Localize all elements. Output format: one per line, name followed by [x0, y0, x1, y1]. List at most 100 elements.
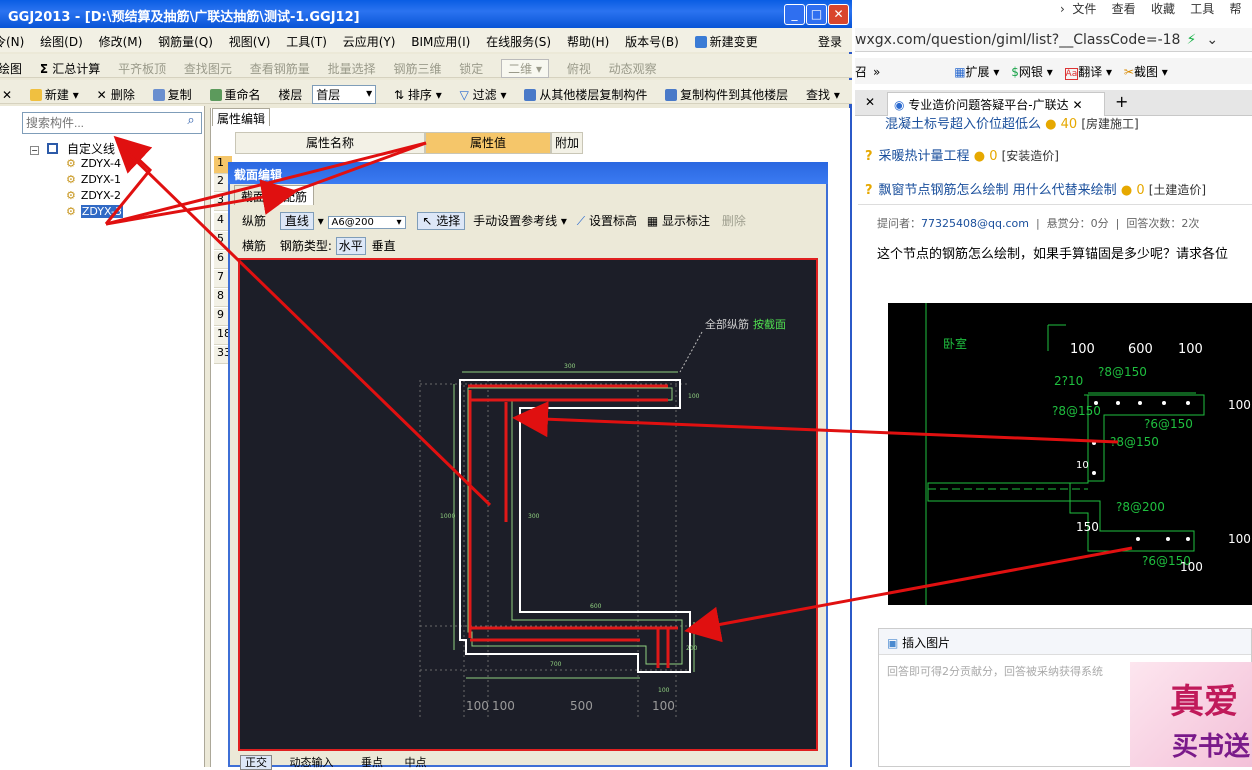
ad-banner[interactable]: 真爱 买书送: [1130, 662, 1252, 767]
vertical-button[interactable]: 垂直: [372, 239, 396, 253]
rebar-3d-button[interactable]: 钢筋三维: [393, 60, 441, 77]
horizontal-button[interactable]: 水平: [335, 237, 366, 255]
new-button[interactable]: 新建 ▾: [29, 86, 79, 103]
new-tab-icon[interactable]: +: [1115, 92, 1128, 111]
filter-icon: ▽: [459, 88, 473, 102]
perpendicular-toggle[interactable]: 垂点: [361, 756, 383, 769]
new-change-menu[interactable]: 新建变更: [694, 33, 758, 50]
collapse-icon[interactable]: −: [30, 146, 39, 155]
select-button[interactable]: ↖ 选择: [417, 212, 466, 230]
draw-button[interactable]: 绘图: [0, 60, 22, 77]
coin-icon: ●: [1045, 117, 1057, 132]
more-icon[interactable]: »: [873, 65, 880, 79]
tree-item[interactable]: ⚙ ZDYX-4: [66, 157, 121, 170]
menu-item[interactable]: 钢筋量(Q): [158, 33, 213, 50]
longitudinal-label: 纵筋: [242, 214, 267, 228]
search-input[interactable]: [22, 112, 202, 134]
ad-text: 买书送: [1172, 732, 1251, 762]
toolbar-item[interactable]: 召: [855, 65, 867, 79]
tab-property-edit[interactable]: 属性编辑: [212, 108, 270, 126]
lightning-icon: ⚡: [1186, 32, 1197, 48]
panel-close-icon[interactable]: ✕: [2, 88, 12, 102]
dim-label: 1000: [440, 513, 455, 520]
menu-item[interactable]: 云应用(Y): [343, 33, 396, 50]
toolbar-main: 绘图 Σ 汇总计算 平齐板顶 查找图元 查看钢筋量 批量选择 钢筋三维 锁定 二…: [0, 54, 852, 78]
bottom-dim: 500: [570, 699, 593, 713]
tab-rebar[interactable]: 配筋: [276, 185, 315, 205]
cad-dim: 100: [1070, 342, 1095, 357]
copy-to-floor-button[interactable]: 复制构件到其他楼层: [665, 86, 788, 103]
manual-ref-line-button[interactable]: 手动设置参考线: [473, 214, 557, 228]
menu-item[interactable]: 绘图(D): [40, 33, 83, 50]
insert-image-button[interactable]: ▣ 插入图片: [879, 629, 1251, 655]
menu-item[interactable]: 修改(M): [99, 33, 143, 50]
ebank-button[interactable]: $网银 ▾: [1011, 65, 1053, 79]
question-title: 混凝土标号超入价位超低么: [885, 117, 1042, 132]
filter-button[interactable]: ▽ 过滤 ▾: [460, 86, 507, 103]
menu-item[interactable]: 工具(T): [286, 33, 327, 50]
address-bar[interactable]: wxgx.com/question/giml/list?__ClassCode=…: [855, 28, 1252, 52]
menu-item[interactable]: 版本号(B): [625, 33, 679, 50]
asker[interactable]: 77325408@qq.com: [921, 217, 1029, 230]
menu-item[interactable]: 帮助(H): [567, 33, 609, 50]
question-item[interactable]: ? 飘窗节点钢筋怎么绘制 用什么代替来绘制 ● 0 [土建造价]: [865, 179, 1206, 198]
login-link[interactable]: 登录: [818, 33, 842, 50]
copy-from-floor-button[interactable]: 从其他楼层复制构件: [524, 86, 647, 103]
dynamic-input-toggle[interactable]: 动态输入: [290, 756, 334, 769]
dynamic-view-button[interactable]: 动态观察: [609, 60, 657, 77]
screenshot-icon: ✂: [1123, 65, 1134, 79]
show-mark-button[interactable]: ▦ 显示标注: [647, 214, 710, 228]
chevron-down-icon[interactable]: ▾: [318, 214, 324, 228]
find-button[interactable]: 查找 ▾: [806, 86, 840, 103]
bottom-dim: 100: [492, 699, 515, 713]
search-icon[interactable]: ⌕: [182, 113, 200, 133]
chevron-down-icon[interactable]: ⌄: [1206, 32, 1218, 48]
translate-button[interactable]: Aa翻译 ▾: [1064, 65, 1112, 80]
tree-item-selected[interactable]: ⚙ ZDYX-3: [66, 205, 123, 218]
lock-button[interactable]: 锁定: [459, 60, 483, 77]
batch-select-button[interactable]: 批量选择: [328, 60, 376, 77]
top-view-button[interactable]: 俯视: [567, 60, 591, 77]
flush-slab-button[interactable]: 平齐板顶: [118, 60, 166, 77]
close-button[interactable]: ✕: [828, 4, 849, 25]
maximize-button[interactable]: □: [806, 4, 827, 25]
close-icon[interactable]: ✕: [865, 95, 875, 109]
view-rebar-button[interactable]: 查看钢筋量: [250, 60, 310, 77]
delete-button[interactable]: ✕ 删除: [97, 86, 135, 103]
minimize-button[interactable]: _: [784, 4, 805, 25]
copy-from-floor-icon: [524, 89, 537, 101]
ortho-toggle[interactable]: 正交: [240, 755, 272, 770]
menu-item[interactable]: BIM应用(I): [411, 33, 470, 50]
summary-calc-button[interactable]: Σ 汇总计算: [40, 60, 100, 77]
spec-select[interactable]: A6@200 ▾: [327, 216, 406, 229]
drawing-canvas[interactable]: 全部纵筋 按截面 300 100 1000 300 600 700 200 10…: [238, 258, 818, 751]
tab-section[interactable]: 截面: [234, 185, 273, 205]
set-height-button[interactable]: ⟋ 设置标高: [577, 214, 637, 228]
line-mode-button[interactable]: 直线: [279, 212, 314, 230]
delete-button-disabled[interactable]: 删除: [722, 214, 746, 228]
rebar-type-label: 钢筋类型:: [279, 239, 332, 253]
screenshot-button[interactable]: ✂截图 ▾: [1124, 65, 1168, 79]
extension-button[interactable]: ▦扩展 ▾: [954, 65, 999, 79]
menu-item[interactable]: 令(N): [0, 33, 24, 50]
view-2d-select[interactable]: 二维 ▾: [501, 59, 549, 78]
chevron-down-icon[interactable]: ▾: [557, 214, 567, 228]
rename-button[interactable]: 重命名: [209, 86, 261, 103]
folder-icon: [46, 143, 58, 154]
dim-label: 700: [550, 661, 562, 668]
dialog-toolbar-row1: 纵筋 直线 ▾ A6@200 ▾ ↖ 选择 手动设置参考线 ▾ ⟋ 设置标高 ▦ …: [242, 212, 746, 230]
tree-root[interactable]: − 自定义线: [30, 140, 115, 157]
find-element-button[interactable]: 查找图元: [184, 60, 232, 77]
dim-label: 100: [688, 393, 700, 400]
question-item[interactable]: ? 采暖热计量工程 ● 0 [安装造价]: [865, 145, 1059, 164]
tree-item[interactable]: ⚙ ZDYX-1: [66, 173, 121, 186]
midpoint-toggle[interactable]: 中点: [405, 756, 427, 769]
copy-button[interactable]: 复制: [152, 86, 192, 103]
floor-select[interactable]: 首层 ▾: [312, 85, 377, 104]
question-item[interactable]: 混凝土标号超入价位超低么 ● 40 [房建施工]: [885, 113, 1139, 132]
sort-button[interactable]: ⇅ 排序 ▾: [394, 86, 442, 103]
menu-item[interactable]: 在线服务(S): [486, 33, 551, 50]
menu-item[interactable]: 视图(V): [229, 33, 271, 50]
tree-item[interactable]: ⚙ ZDYX-2: [66, 189, 121, 202]
new-change-label: 新建变更: [709, 35, 758, 49]
